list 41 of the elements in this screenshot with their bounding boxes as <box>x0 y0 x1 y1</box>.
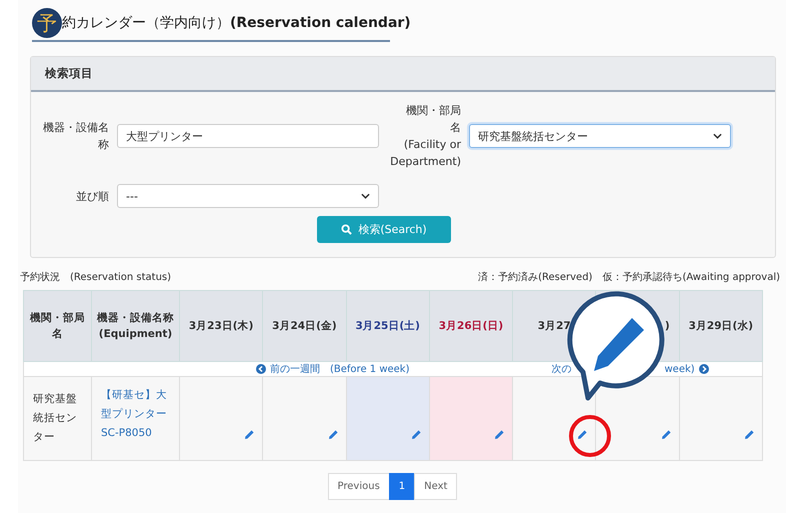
highlight-circle <box>569 415 611 457</box>
panel-header: 検索項目 <box>31 57 775 92</box>
pencil-icon[interactable] <box>410 429 422 440</box>
pencil-icon[interactable] <box>244 429 256 440</box>
page-button[interactable]: Previous <box>328 473 390 500</box>
equipment-input[interactable]: 大型プリンター <box>117 124 379 148</box>
chevron-down-icon <box>361 193 370 199</box>
date-header: 3月26日(日) <box>429 290 513 362</box>
date-header: 3月24日(金) <box>262 290 346 362</box>
chevron-right-icon[interactable] <box>698 364 709 374</box>
date-header: 3月25日(土) <box>346 290 430 362</box>
pencil-icon[interactable] <box>744 429 755 440</box>
field-label: 機関・部局 名 (Facility or Department) <box>389 103 461 170</box>
status-legend: 済：予約済み(Reserved) 仮：予約承認待ち(Awaiting approval) <box>478 270 780 284</box>
next-week-link[interactable]: week) <box>664 364 695 374</box>
page-title: 約カレンダー（学内向け）(Reservation calendar) <box>62 14 411 32</box>
page-button[interactable]: 1 <box>388 473 416 500</box>
field-label: 機器・設備名称 <box>42 120 109 153</box>
next-week-link[interactable]: 次の <box>552 362 572 376</box>
search-icon <box>341 224 352 235</box>
facility-cell-text: 研究基盤統括センター <box>32 392 78 445</box>
pencil-icon[interactable] <box>660 429 672 440</box>
pencil-icon[interactable] <box>328 429 339 440</box>
column-header: 機関・部局名 <box>24 290 92 362</box>
previous-week-link[interactable]: 前の一週間 (Before 1 week) <box>270 362 410 376</box>
field-label: 並び順 <box>75 188 109 204</box>
chevron-left-icon[interactable] <box>256 364 266 374</box>
title-badge: 予 <box>32 8 62 38</box>
page-button[interactable]: Next <box>414 473 458 500</box>
model-link[interactable]: SC-P8050 <box>101 424 170 443</box>
sort-select[interactable]: --- <box>117 184 379 208</box>
pencil-icon[interactable] <box>577 429 588 440</box>
facility-select[interactable]: 研究基盤統括センター <box>469 124 731 148</box>
pencil-icon[interactable] <box>494 429 506 440</box>
column-header: 機器・設備名称 (Equipment) <box>92 290 180 362</box>
date-header: 3月23日(木) <box>180 290 263 362</box>
chevron-down-icon <box>713 133 722 139</box>
date-header: 3月29日(水) <box>679 290 762 362</box>
equipment-link[interactable]: 【研基セ】大型プリンター <box>101 386 170 424</box>
search-button[interactable]: 検索(Search) <box>317 216 451 243</box>
status-caption: 予約状況 (Reservation status) <box>20 270 172 284</box>
